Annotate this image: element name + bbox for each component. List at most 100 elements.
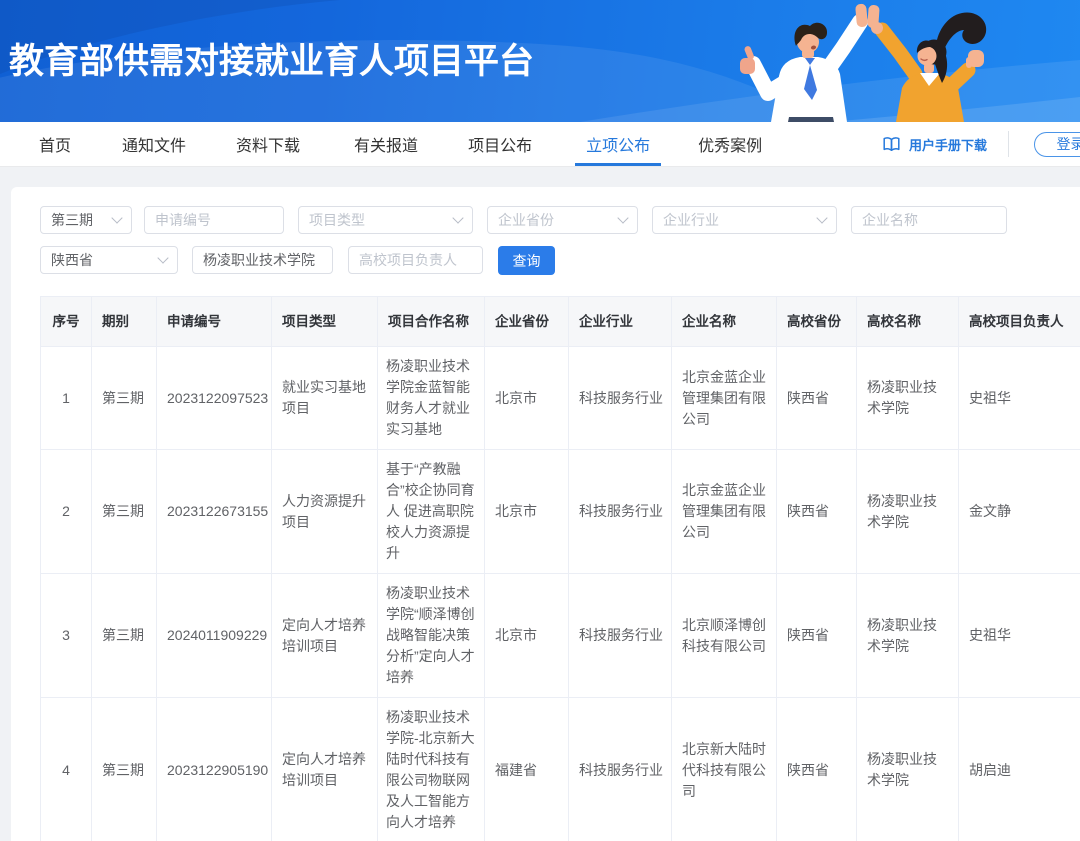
column-header-7: 企业名称: [672, 297, 777, 347]
nav-item-0[interactable]: 首页: [39, 122, 71, 166]
results-table: 序号期别申请编号项目类型项目合作名称企业省份企业行业企业名称高校省份高校名称高校…: [40, 296, 1080, 841]
table-cell-0-7: 北京金蓝企业管理集团有限公司: [672, 347, 777, 450]
table-cell-0-10: 史祖华: [959, 347, 1080, 450]
table-cell-1-6: 科技服务行业: [569, 450, 672, 574]
page: 教育部供需对接就业育人项目平台 首页 通知文件 资料下载 有关报道 项目公布 立项公布 优秀…: [0, 0, 1080, 841]
table-cell-3-10: 胡启迪: [959, 698, 1080, 841]
table-cell-3-9: 杨凌职业技术学院: [857, 698, 959, 841]
chevron-down-icon: [816, 212, 827, 223]
column-header-2: 申请编号: [157, 297, 272, 347]
chevron-down-icon: [617, 212, 628, 223]
table-cell-2-5: 北京市: [485, 574, 569, 698]
column-header-10: 高校项目负责人: [959, 297, 1080, 347]
login-button[interactable]: 登录: [1034, 132, 1080, 157]
period-select[interactable]: 第三期: [40, 206, 132, 234]
filter-table-panel: 查询 第三期申请编号项目类型企业省份企业行业企业名称陕西省杨凌职业技术学院高校项…: [11, 187, 1080, 841]
table-cell-2-6: 科技服务行业: [569, 574, 672, 698]
content-area: 查询 第三期申请编号项目类型企业省份企业行业企业名称陕西省杨凌职业技术学院高校项…: [0, 167, 1080, 841]
table-cell-3-5: 福建省: [485, 698, 569, 841]
table-cell-3-8: 陕西省: [777, 698, 857, 841]
column-header-1: 期别: [92, 297, 157, 347]
table-cell-1-1: 第三期: [92, 450, 157, 574]
table-cell-2-7: 北京顺泽博创科技有限公司: [672, 574, 777, 698]
table-cell-0-3: 就业实习基地项目: [272, 347, 378, 450]
company-industry-select[interactable]: 企业行业: [652, 206, 837, 234]
table-cell-3-0: 4: [41, 698, 92, 841]
table-row-0: 1第三期2023122097523就业实习基地项目杨凌职业技术学院金蓝智能财务人…: [41, 347, 1080, 450]
table-cell-0-1: 第三期: [92, 347, 157, 450]
table-cell-1-5: 北京市: [485, 450, 569, 574]
company-industry-select-placeholder: 企业行业: [663, 210, 719, 230]
company-province-select-placeholder: 企业省份: [498, 210, 554, 230]
table-cell-3-4: 杨凌职业技术学院-北京新大陆时代科技有限公司物联网及人工智能方向人才培养: [378, 698, 485, 841]
table-row-3: 4第三期2023122905190定向人才培养培训项目杨凌职业技术学院-北京新大…: [41, 698, 1080, 841]
thumbs-up-hand: [740, 45, 755, 74]
table-cell-0-8: 陕西省: [777, 347, 857, 450]
column-header-5: 企业省份: [485, 297, 569, 347]
application-no-input[interactable]: 申请编号: [144, 206, 284, 234]
table-cell-1-2: 2023122673155: [157, 450, 272, 574]
table-row-1: 2第三期2023122673155人力资源提升项目基于“产教融合”校企协同育人 …: [41, 450, 1080, 574]
table-wrap: 序号期别申请编号项目类型项目合作名称企业省份企业行业企业名称高校省份高校名称高校…: [40, 296, 1080, 841]
table-cell-2-9: 杨凌职业技术学院: [857, 574, 959, 698]
table-head: 序号期别申请编号项目类型项目合作名称企业省份企业行业企业名称高校省份高校名称高校…: [41, 297, 1080, 347]
school-province-select-value: 陕西省: [51, 250, 93, 270]
table-cell-2-8: 陕西省: [777, 574, 857, 698]
table-cell-3-7: 北京新大陆时代科技有限公司: [672, 698, 777, 841]
school-leader-input[interactable]: 高校项目负责人: [348, 246, 483, 274]
filter-bar: 查询 第三期 申请编号 项目类型 企业省份 企业行业 企业名称陕西省 杨凌职业技术学院 高校项…: [40, 187, 1080, 297]
nav-divider: [1008, 131, 1009, 157]
manual-download-link[interactable]: 用户手册下载: [883, 135, 987, 154]
table-cell-0-4: 杨凌职业技术学院金蓝智能财务人才就业实习基地: [378, 347, 485, 450]
search-button[interactable]: 查询: [498, 246, 555, 275]
company-province-select[interactable]: 企业省份: [487, 206, 638, 234]
nav-item-5[interactable]: 立项公布: [586, 122, 650, 166]
table-cell-2-1: 第三期: [92, 574, 157, 698]
table-cell-1-10: 金文静: [959, 450, 1080, 574]
table-cell-1-4: 基于“产教融合”校企协同育人 促进高职院校人力资源提升: [378, 450, 485, 574]
project-type-select-placeholder: 项目类型: [309, 210, 365, 230]
nav-items: 首页 通知文件 资料下载 有关报道 项目公布 立项公布 优秀案例: [39, 122, 812, 166]
table-cell-3-3: 定向人才培养培训项目: [272, 698, 378, 841]
table-cell-2-2: 2024011909229: [157, 574, 272, 698]
table-cell-1-8: 陕西省: [777, 450, 857, 574]
table-cell-1-7: 北京金蓝企业管理集团有限公司: [672, 450, 777, 574]
application-no-input-placeholder: 申请编号: [155, 210, 211, 230]
table-cell-0-5: 北京市: [485, 347, 569, 450]
banner: 教育部供需对接就业育人项目平台: [0, 0, 1080, 122]
manual-download-label: 用户手册下载: [909, 135, 987, 154]
period-select-value: 第三期: [51, 210, 93, 230]
table-cell-0-2: 2023122097523: [157, 347, 272, 450]
column-header-4: 项目合作名称: [378, 297, 485, 347]
school-name-input[interactable]: 杨凌职业技术学院: [192, 246, 333, 274]
table-cell-2-10: 史祖华: [959, 574, 1080, 698]
school-leader-input-placeholder: 高校项目负责人: [359, 250, 457, 270]
table-cell-2-0: 3: [41, 574, 92, 698]
project-type-select[interactable]: 项目类型: [298, 206, 473, 234]
chevron-down-icon: [111, 212, 122, 223]
table-cell-3-6: 科技服务行业: [569, 698, 672, 841]
table-body: 1第三期2023122097523就业实习基地项目杨凌职业技术学院金蓝智能财务人…: [41, 347, 1080, 841]
school-name-input-value: 杨凌职业技术学院: [203, 250, 315, 270]
nav-right: 用户手册下载 登录: [883, 122, 1080, 166]
company-name-input-placeholder: 企业名称: [862, 210, 918, 230]
column-header-3: 项目类型: [272, 297, 378, 347]
nav-item-1[interactable]: 通知文件: [122, 122, 186, 166]
main-nav: 首页 通知文件 资料下载 有关报道 项目公布 立项公布 优秀案例 用户手册下载 登录: [0, 122, 1080, 167]
nav-item-6[interactable]: 优秀案例: [698, 122, 762, 166]
nav-item-2[interactable]: 资料下载: [236, 122, 300, 166]
column-header-9: 高校名称: [857, 297, 959, 347]
chevron-down-icon: [452, 212, 463, 223]
chevron-down-icon: [157, 252, 168, 263]
table-cell-0-9: 杨凌职业技术学院: [857, 347, 959, 450]
nav-item-4[interactable]: 项目公布: [468, 122, 532, 166]
table-cell-1-9: 杨凌职业技术学院: [857, 450, 959, 574]
nav-item-3[interactable]: 有关报道: [354, 122, 418, 166]
table-cell-2-3: 定向人才培养培训项目: [272, 574, 378, 698]
company-name-input[interactable]: 企业名称: [851, 206, 1007, 234]
table-cell-0-6: 科技服务行业: [569, 347, 672, 450]
table-cell-0-0: 1: [41, 347, 92, 450]
table-cell-3-2: 2023122905190: [157, 698, 272, 841]
table-cell-2-4: 杨凌职业技术学院“顺泽博创战略智能决策分析”定向人才培养: [378, 574, 485, 698]
school-province-select[interactable]: 陕西省: [40, 246, 178, 274]
